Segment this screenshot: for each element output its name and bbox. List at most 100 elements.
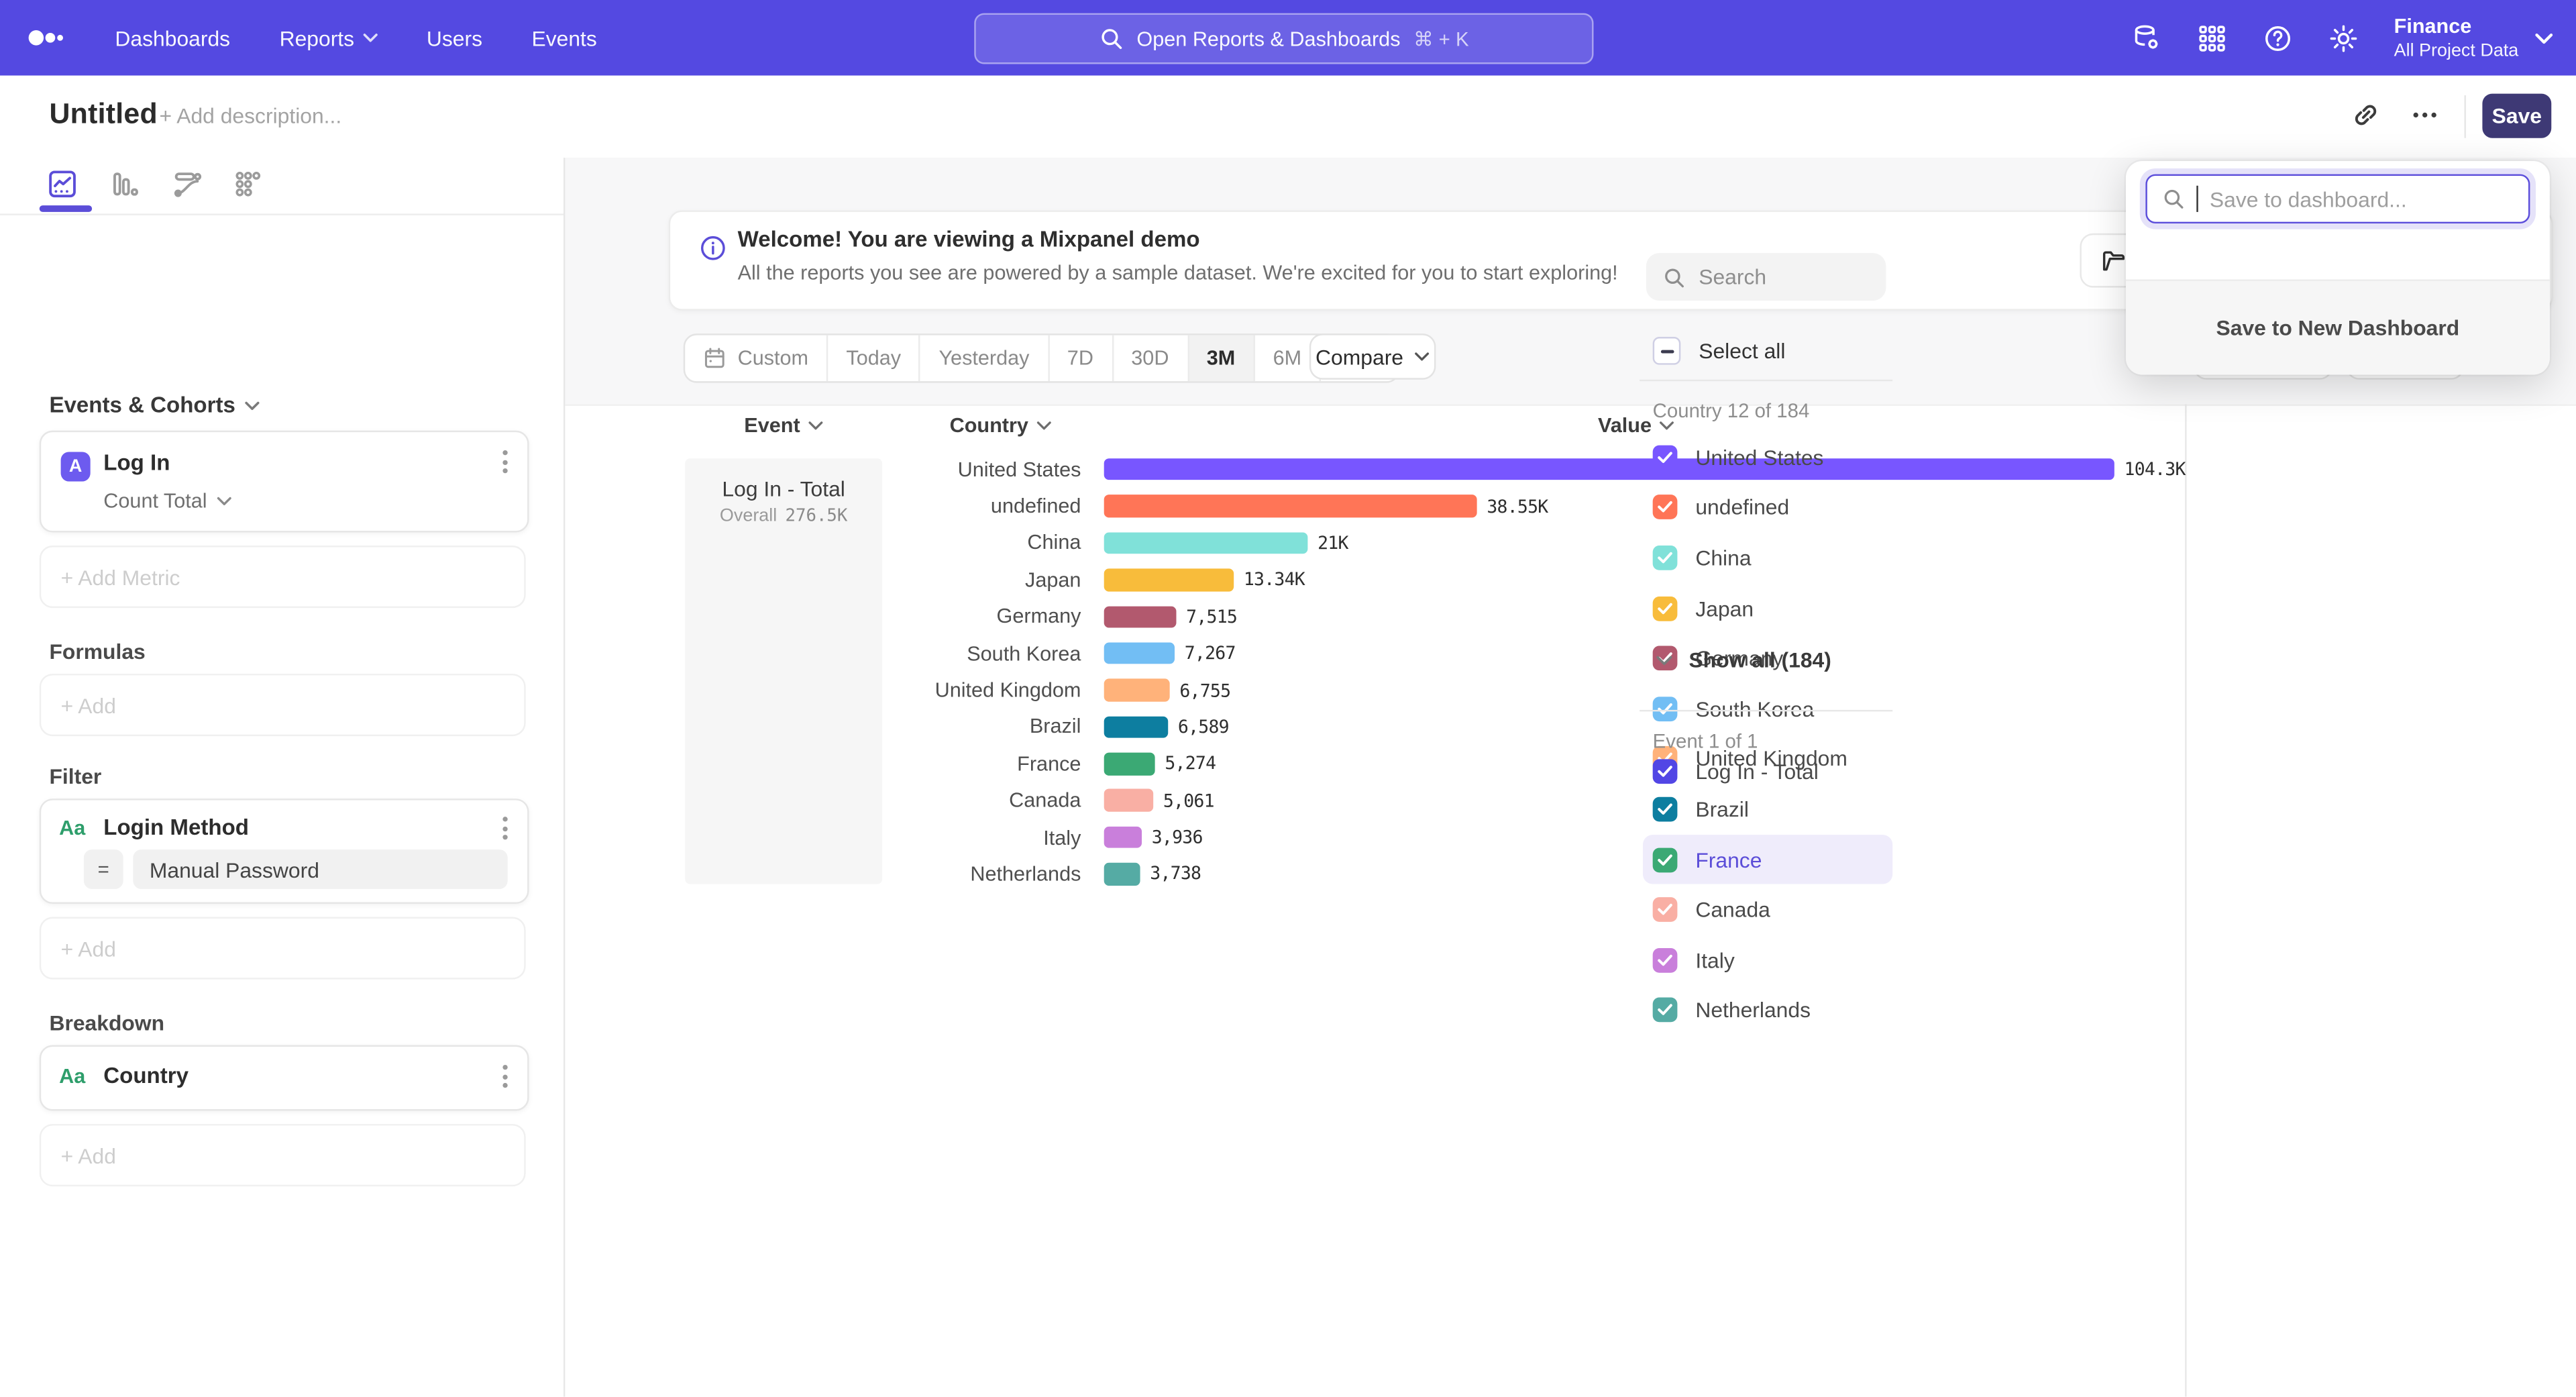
filter-operator[interactable]: = — [84, 849, 123, 889]
filter-kebab-menu-icon[interactable] — [502, 817, 507, 839]
range-3m-active[interactable]: 3M — [1189, 335, 1255, 382]
nav-item-events[interactable]: Events — [531, 25, 596, 50]
bar[interactable] — [1104, 826, 1142, 848]
bar-row[interactable]: Germany 7,515 — [887, 599, 2185, 635]
country-checkbox[interactable] — [1653, 495, 1678, 520]
select-all-row[interactable]: Select all — [1653, 337, 1786, 365]
column-header-country[interactable]: Country — [920, 414, 1081, 437]
report-title-bar: Untitled + Add description... Save — [0, 76, 2576, 160]
country-checkbox[interactable] — [1653, 546, 1678, 570]
data-management-icon[interactable] — [2131, 22, 2163, 54]
copy-link-icon[interactable] — [2349, 99, 2382, 132]
country-checkbox[interactable] — [1653, 445, 1678, 470]
range-custom[interactable]: Custom — [685, 335, 828, 382]
column-header-event[interactable]: Event — [685, 414, 882, 437]
country-checkbox-row[interactable]: France — [1643, 835, 1892, 885]
metric-kebab-menu-icon[interactable] — [502, 450, 507, 473]
country-checkbox[interactable] — [1653, 797, 1678, 822]
metric-aggregation[interactable]: Count Total — [103, 490, 231, 513]
event-summary-block[interactable]: Log In - Total Overall 276.5K — [685, 458, 882, 884]
bar[interactable] — [1104, 642, 1175, 664]
tab-retention[interactable] — [233, 169, 263, 199]
breakdown-card[interactable]: Aa Country — [40, 1045, 529, 1111]
country-checkbox-row[interactable]: Netherlands — [1643, 985, 1892, 1035]
bar-row[interactable]: Netherlands 3,738 — [887, 856, 2185, 892]
country-checkbox-row[interactable]: South Korea — [1643, 684, 1892, 734]
bar-row[interactable]: Canada 5,061 — [887, 782, 2185, 819]
country-checkbox[interactable] — [1653, 596, 1678, 621]
bar[interactable] — [1104, 569, 1234, 591]
country-checkbox-row[interactable]: United States — [1643, 432, 1892, 482]
save-to-new-dashboard-button[interactable]: Save to New Dashboard — [2126, 279, 2550, 374]
save-to-dashboard-input[interactable]: Save to dashboard... — [2145, 174, 2530, 223]
bar-row[interactable]: Italy 3,936 — [887, 819, 2185, 856]
metric-card[interactable]: A Log In Count Total — [40, 431, 529, 533]
add-filter-button[interactable]: + Add — [40, 917, 526, 980]
events-cohorts-header[interactable]: Events & Cohorts — [49, 393, 260, 417]
event-checkbox[interactable] — [1653, 759, 1678, 784]
compare-button[interactable]: Compare — [1309, 333, 1436, 380]
breakdown-property-name[interactable]: Country — [103, 1063, 189, 1088]
bar-row[interactable]: France 5,274 — [887, 745, 2185, 782]
nav-item-dashboards[interactable]: Dashboards — [115, 25, 230, 50]
segment-search-input[interactable]: Search — [1646, 253, 1886, 301]
country-checkbox[interactable] — [1653, 847, 1678, 872]
help-icon[interactable] — [2263, 22, 2294, 54]
bar[interactable] — [1104, 863, 1140, 885]
bar-row[interactable]: South Korea 7,267 — [887, 635, 2185, 672]
save-button[interactable]: Save — [2482, 94, 2551, 138]
country-checkbox-row[interactable]: Japan — [1643, 583, 1892, 633]
range-today[interactable]: Today — [828, 335, 920, 382]
bar-row[interactable]: Japan 13.34K — [887, 562, 2185, 599]
add-formula-button[interactable]: + Add — [40, 674, 526, 736]
country-checkbox[interactable] — [1653, 696, 1678, 721]
report-description-placeholder[interactable]: + Add description... — [160, 103, 342, 128]
tab-flows[interactable] — [172, 169, 202, 199]
nav-item-users[interactable]: Users — [427, 25, 482, 50]
report-title[interactable]: Untitled — [49, 97, 157, 131]
metric-event-name[interactable]: Log In — [103, 450, 170, 475]
range-yesterday[interactable]: Yesterday — [921, 335, 1049, 382]
country-checkbox[interactable] — [1653, 948, 1678, 973]
apps-grid-icon[interactable] — [2197, 22, 2229, 54]
settings-gear-icon[interactable] — [2328, 22, 2360, 54]
more-options-icon[interactable] — [2408, 99, 2441, 132]
add-metric-button[interactable]: + Add Metric — [40, 546, 526, 608]
bar[interactable] — [1104, 790, 1153, 812]
bar[interactable] — [1104, 753, 1155, 775]
global-search-button[interactable]: Open Reports & Dashboards ⌘ + K — [974, 13, 1593, 64]
range-7d[interactable]: 7D — [1049, 335, 1113, 382]
select-all-checkbox-indeterminate[interactable] — [1653, 337, 1681, 365]
country-checkbox-row[interactable]: Italy — [1643, 935, 1892, 986]
bar-row[interactable]: United States 104.3K — [887, 451, 2185, 488]
bar[interactable] — [1104, 532, 1308, 554]
range-30d[interactable]: 30D — [1113, 335, 1189, 382]
nav-item-reports[interactable]: Reports — [280, 25, 378, 50]
bar-row[interactable]: undefined 38.55K — [887, 488, 2185, 525]
bar-row[interactable]: United Kingdom 6,755 — [887, 672, 2185, 709]
event-checkbox-row[interactable]: Log In - Total — [1653, 759, 1819, 784]
country-checkbox[interactable] — [1653, 898, 1678, 923]
country-checkbox[interactable] — [1653, 998, 1678, 1023]
tab-insights[interactable] — [48, 169, 77, 199]
project-switcher[interactable]: Finance All Project Data — [2394, 15, 2553, 61]
bar[interactable] — [1104, 495, 1477, 517]
bar-row[interactable]: China 21K — [887, 525, 2185, 562]
bar-row[interactable]: Brazil 6,589 — [887, 709, 2185, 745]
breakdown-kebab-menu-icon[interactable] — [502, 1065, 507, 1088]
country-checkbox-row[interactable]: Canada — [1643, 885, 1892, 935]
country-checkbox-row[interactable]: undefined — [1643, 482, 1892, 533]
show-all-toggle[interactable]: Show all (184) — [1656, 648, 1831, 672]
bar[interactable] — [1104, 458, 2114, 480]
bar[interactable] — [1104, 716, 1169, 738]
bar[interactable] — [1104, 679, 1170, 701]
mixpanel-logo-icon[interactable] — [26, 25, 69, 51]
country-checkbox-row[interactable]: China — [1643, 533, 1892, 583]
tab-funnels[interactable] — [110, 169, 140, 199]
bar[interactable] — [1104, 605, 1177, 627]
filter-property-name[interactable]: Login Method — [103, 815, 249, 840]
country-checkbox-row[interactable]: Brazil — [1643, 784, 1892, 835]
filter-value[interactable]: Manual Password — [133, 849, 507, 889]
add-breakdown-button[interactable]: + Add — [40, 1124, 526, 1186]
filter-card[interactable]: Aa Login Method = Manual Password — [40, 798, 529, 904]
